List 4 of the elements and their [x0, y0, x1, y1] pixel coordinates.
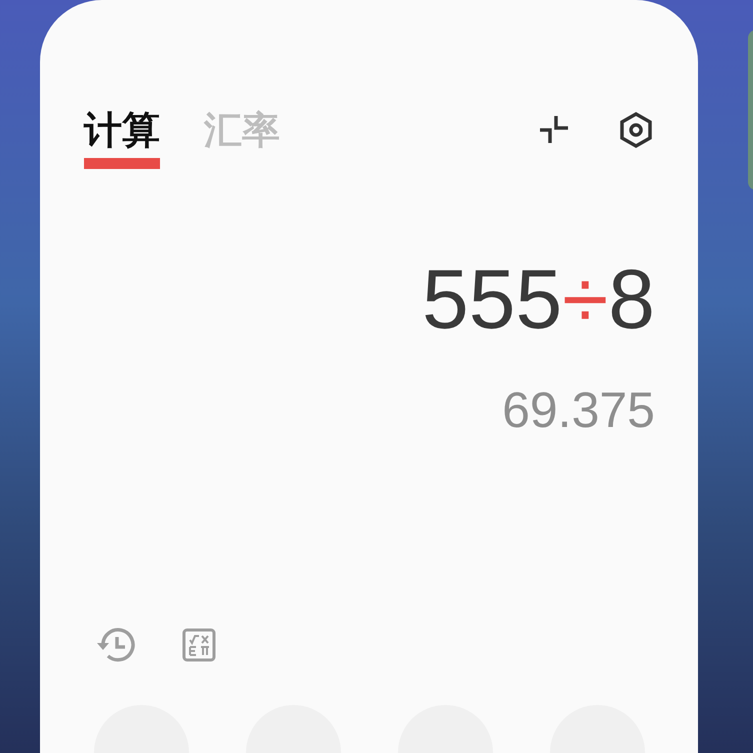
tab[interactable]: 计算 — [84, 110, 160, 169]
result-text: 69.375 — [501, 380, 655, 439]
expression-text: 555÷8 — [421, 256, 655, 341]
scientific-icon[interactable] — [182, 628, 216, 662]
